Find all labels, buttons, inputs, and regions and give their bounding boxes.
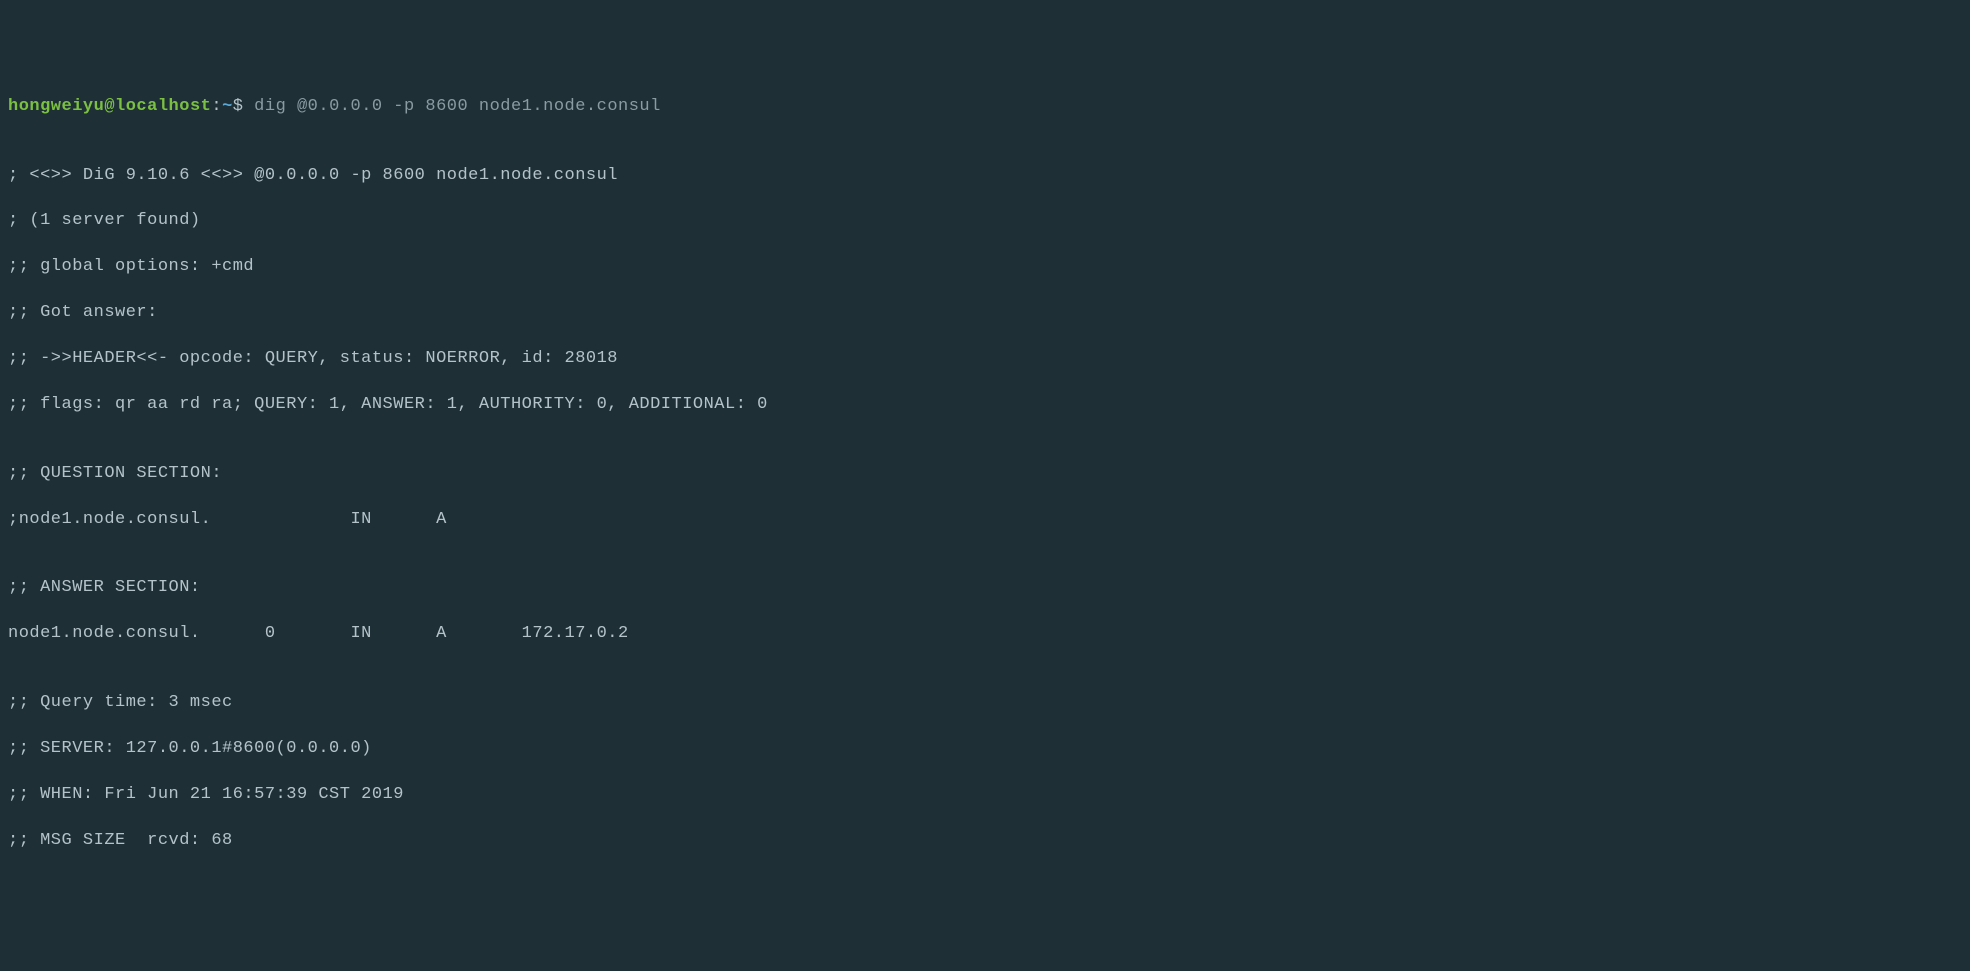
output-query-time: ;; Query time: 3 msec [8, 692, 1962, 715]
output-dig-version: ; <<>> DiG 9.10.6 <<>> @0.0.0.0 -p 8600 … [8, 165, 1962, 188]
prompt-host: localhost [115, 97, 211, 116]
output-server-found: ; (1 server found) [8, 210, 1962, 233]
prompt-user: hongweiyu [8, 97, 104, 116]
command-text: dig @0.0.0.0 -p 8600 node1.node.consul [254, 97, 661, 116]
output-header-opcode: ;; ->>HEADER<<- opcode: QUERY, status: N… [8, 348, 1962, 371]
output-answer-line: node1.node.consul. 0 IN A 172.17.0.2 [8, 623, 1962, 646]
output-server: ;; SERVER: 127.0.0.1#8600(0.0.0.0) [8, 738, 1962, 761]
output-when: ;; WHEN: Fri Jun 21 16:57:39 CST 2019 [8, 784, 1962, 807]
output-answer-header: ;; ANSWER SECTION: [8, 577, 1962, 600]
prompt-line: hongweiyu@localhost:~$ dig @0.0.0.0 -p 8… [8, 96, 1962, 119]
prompt-dollar: $ [233, 97, 244, 116]
output-question-line: ;node1.node.consul. IN A [8, 509, 1962, 532]
terminal-output[interactable]: hongweiyu@localhost:~$ dig @0.0.0.0 -p 8… [8, 96, 1962, 853]
output-msg-size: ;; MSG SIZE rcvd: 68 [8, 830, 1962, 853]
prompt-colon: : [211, 97, 222, 116]
prompt-at: @ [104, 97, 115, 116]
output-got-answer: ;; Got answer: [8, 302, 1962, 325]
output-question-header: ;; QUESTION SECTION: [8, 463, 1962, 486]
output-flags: ;; flags: qr aa rd ra; QUERY: 1, ANSWER:… [8, 394, 1962, 417]
output-global-options: ;; global options: +cmd [8, 256, 1962, 279]
prompt-path: ~ [222, 97, 233, 116]
